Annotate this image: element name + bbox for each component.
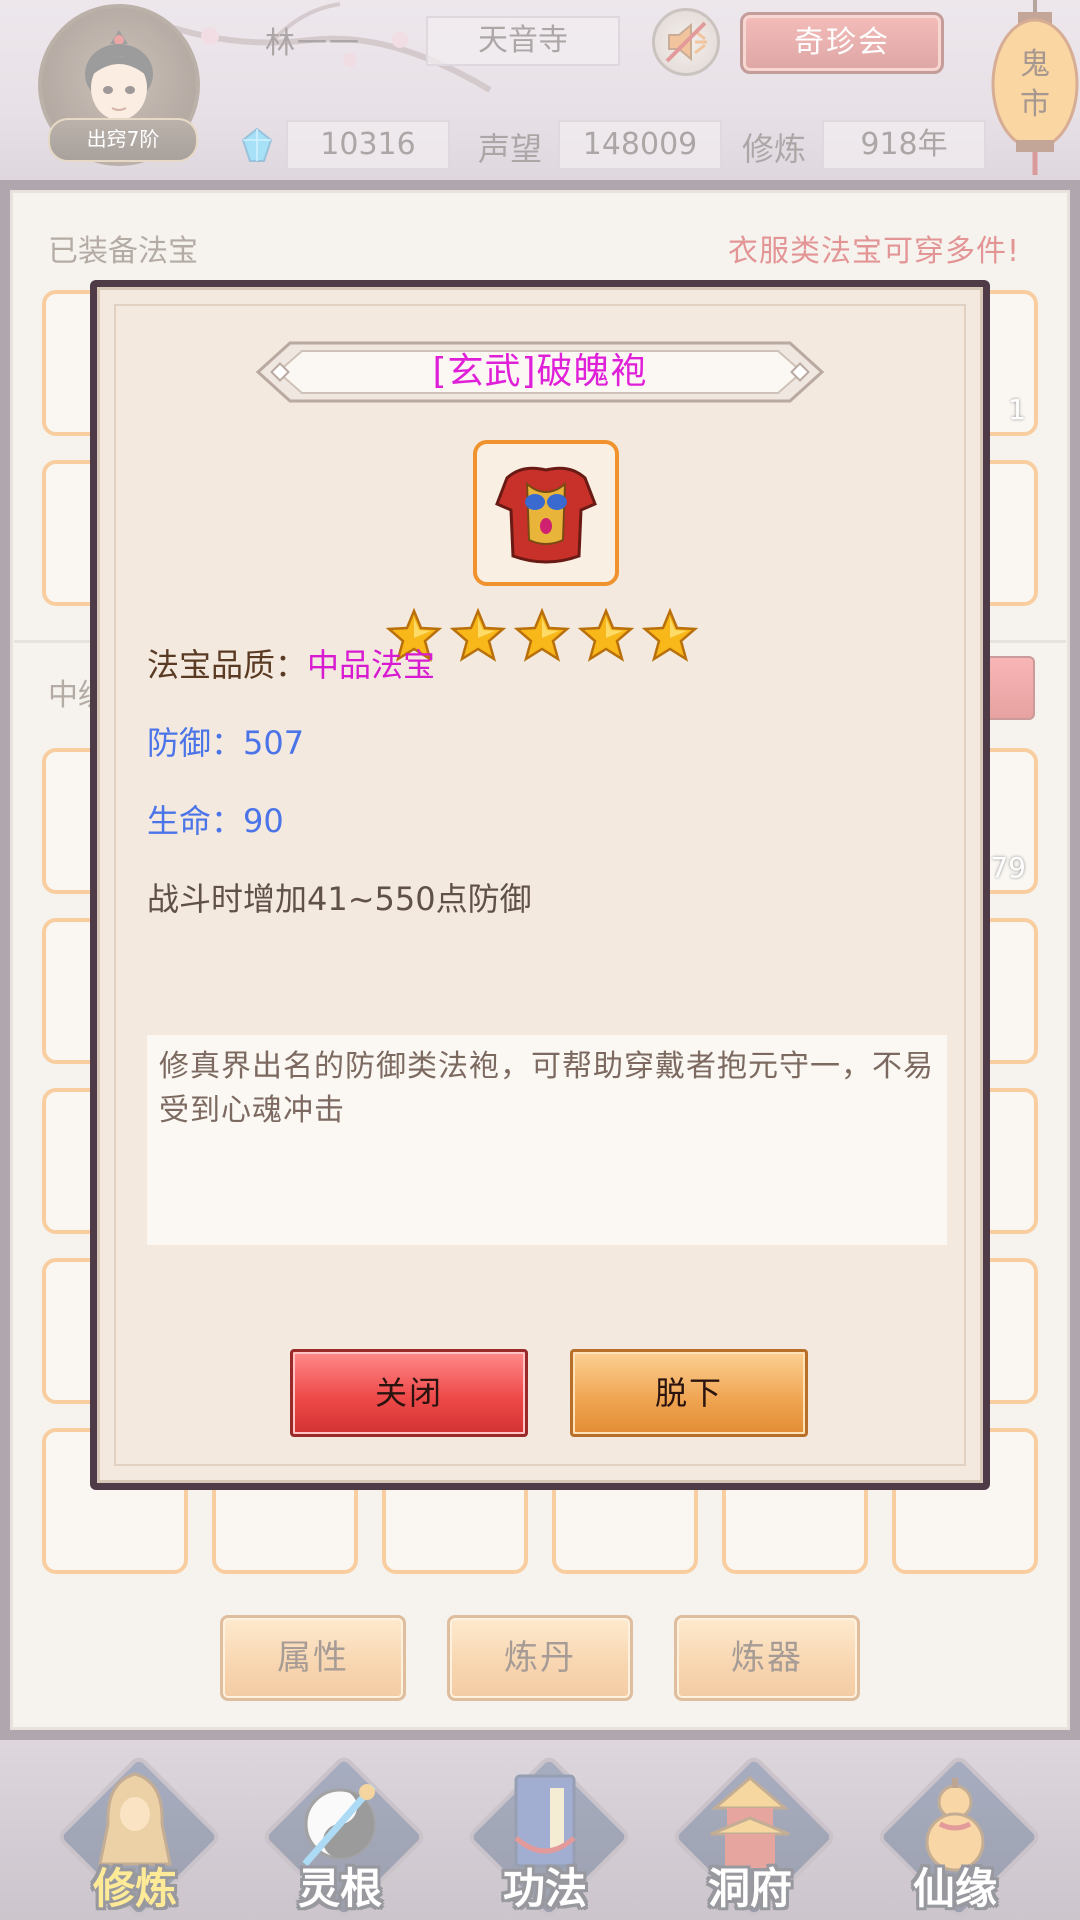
quality-label: 法宝品质： [147,646,308,684]
equipped-section-title: 已装备法宝 [48,234,198,269]
hp-stat: 生命：90 [147,802,284,840]
ghost-market-label-char1: 鬼 [1020,47,1050,82]
nav-spirit-root[interactable]: 灵根 [255,1753,428,1920]
item-name: [玄武]破魄袍 [432,351,648,392]
armor-robe-icon [495,466,597,564]
star-icon [450,608,506,662]
battle-effect: 战斗时增加41~550点防御 [147,880,532,918]
nav-techniques[interactable]: 功法 [460,1753,633,1920]
speaker-muted-icon [665,21,707,63]
reputation-value: 148009 [558,120,722,170]
item-detail-dialog: [玄武]破魄袍 法宝品质：中品法宝 防御：507 生命：90 战斗时增加41~5… [90,280,990,1490]
treasure-auction-button[interactable]: 奇珍会 [740,12,944,74]
spirit-stone-count: 10316 [286,120,450,170]
item-stack-count: 79 [990,851,1026,884]
mute-sound-button[interactable] [652,8,720,76]
ghost-market-label-char2: 市 [1020,87,1050,122]
spirit-stone-icon [242,128,272,162]
defense-stat: 防御：507 [147,724,305,762]
nav-fate[interactable]: 仙缘 [870,1753,1043,1920]
reputation-label: 声望 [478,130,543,168]
cultivation-label: 修炼 [742,130,807,168]
player-name: 林一一 [265,26,361,61]
star-icon [642,608,698,662]
forging-button[interactable]: 炼器 [674,1615,860,1701]
nav-label-cave: 洞府 [707,1864,792,1913]
nav-label-spirit-root: 灵根 [297,1864,382,1913]
bottom-navigation: 修炼 灵根 功法 洞府 仙缘 [0,1740,1080,1920]
item-icon-frame [473,440,619,586]
nav-cave[interactable]: 洞府 [665,1753,838,1920]
top-bar: 出窍7阶 林一一 天音寺 奇珍会 鬼 市 10316 声望 148009 修炼 … [0,0,1080,180]
nav-label-techniques: 功法 [502,1864,587,1913]
equip-notice: 衣服类法宝可穿多件! [727,234,1020,269]
sect-name: 天音寺 [426,16,620,66]
nav-label-fate: 仙缘 [912,1864,997,1913]
nav-cultivate[interactable]: 修炼 [50,1753,223,1920]
star-icon [514,608,570,662]
ghost-market-lantern-icon[interactable]: 鬼 市 [990,0,1080,175]
cultivation-years: 918年 [822,120,986,170]
item-stack-count: 1 [1008,393,1026,426]
item-detail-panel: [玄武]破魄袍 法宝品质：中品法宝 防御：507 生命：90 战斗时增加41~5… [97,287,983,1483]
quality-value: 中品法宝 [307,646,436,684]
quality-row: 法宝品质：中品法宝 [147,640,435,686]
alchemy-button[interactable]: 炼丹 [447,1615,633,1701]
unequip-button[interactable]: 脱下 [570,1349,808,1437]
close-button[interactable]: 关闭 [290,1349,528,1437]
attributes-button[interactable]: 属性 [220,1615,406,1701]
item-description: 修真界出名的防御类法袍，可帮助穿戴者抱元守一，不易受到心魂冲击 [147,1035,947,1245]
star-icon [578,608,634,662]
nav-label-cultivate: 修炼 [92,1864,177,1913]
cultivation-rank-badge: 出窍7阶 [48,118,198,162]
